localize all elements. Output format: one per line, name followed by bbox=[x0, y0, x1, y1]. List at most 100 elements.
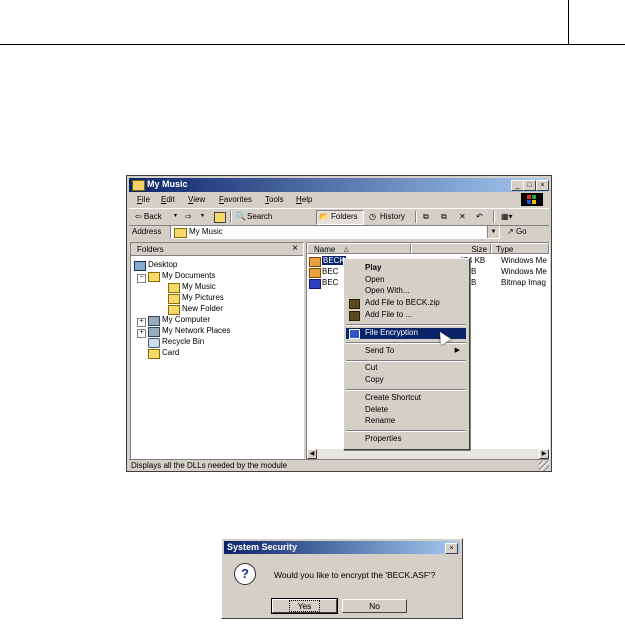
menu-separator bbox=[346, 389, 466, 391]
toolbar: ⇦ Back ▾ ⇨ ▾ 🔍 Search 📂 Folders ◷ Histor… bbox=[129, 208, 549, 226]
menu-item-open[interactable]: Open bbox=[346, 275, 466, 286]
file-name: BEC bbox=[322, 267, 339, 276]
maximize-button[interactable]: □ bbox=[523, 180, 536, 191]
scroll-left-icon[interactable]: ◀ bbox=[307, 449, 317, 459]
folders-button[interactable]: 📂 Folders bbox=[316, 210, 364, 225]
address-bar: Address My Music ▼ ↗ Go bbox=[129, 225, 549, 239]
close-icon[interactable]: × bbox=[292, 243, 298, 254]
menu-item-play[interactable]: Play bbox=[346, 263, 466, 274]
menu-item-label: Send To bbox=[365, 346, 395, 355]
menu-separator bbox=[346, 430, 466, 432]
menu-item-label: Add File to ... bbox=[365, 310, 413, 319]
folder-icon bbox=[168, 305, 180, 315]
menu-file[interactable]: File bbox=[137, 195, 150, 204]
folder-icon bbox=[168, 283, 180, 293]
menu-item-create-shortcut[interactable]: Create Shortcut bbox=[346, 393, 466, 404]
folder-icon bbox=[148, 349, 160, 359]
tree-label: My Music bbox=[182, 282, 216, 291]
undo-icon[interactable]: ↶ bbox=[476, 212, 483, 221]
status-text: Displays all the DLLs needed by the modu… bbox=[131, 461, 288, 470]
search-icon: 🔍 bbox=[236, 212, 246, 221]
folders-pane: Folders × Desktop − My Documents My Musi… bbox=[130, 242, 304, 460]
folders-pane-header: Folders × bbox=[131, 243, 303, 256]
status-bar: Displays all the DLLs needed by the modu… bbox=[129, 459, 549, 471]
resize-grip-icon[interactable] bbox=[539, 461, 549, 471]
copy-to-icon[interactable]: ⧉ bbox=[441, 212, 447, 222]
menu-item-send-to[interactable]: Send To ▶ bbox=[346, 346, 466, 357]
tree-label: My Documents bbox=[162, 271, 216, 280]
menu-edit[interactable]: Edit bbox=[161, 195, 175, 204]
menu-item-label: Open bbox=[365, 275, 385, 284]
scroll-right-icon[interactable]: ▶ bbox=[539, 449, 549, 459]
move-to-icon[interactable]: ⧉ bbox=[423, 212, 429, 222]
delete-icon[interactable]: ✕ bbox=[459, 212, 466, 221]
search-button[interactable]: Search bbox=[247, 212, 272, 221]
menu-bar: File Edit View Favorites Tools Help bbox=[129, 193, 549, 207]
menu-view[interactable]: View bbox=[188, 195, 205, 204]
folder-icon bbox=[132, 180, 145, 191]
close-button[interactable]: × bbox=[445, 543, 458, 554]
close-button[interactable]: × bbox=[536, 180, 549, 191]
column-header-size[interactable]: Size bbox=[411, 243, 491, 254]
menu-item-copy[interactable]: Copy bbox=[346, 375, 466, 386]
bitmap-file-icon bbox=[309, 279, 321, 289]
dialog-message: Would you like to encrypt the 'BECK.ASF'… bbox=[274, 570, 436, 580]
title-bar[interactable]: My Music _ □ × bbox=[129, 178, 549, 192]
forward-dropdown-icon[interactable]: ▾ bbox=[201, 212, 204, 219]
forward-button[interactable]: ⇨ bbox=[185, 212, 192, 221]
column-label: Type bbox=[496, 245, 514, 254]
address-input[interactable]: My Music ▼ bbox=[170, 225, 500, 239]
back-button[interactable]: ⇦ Back bbox=[135, 212, 162, 221]
back-dropdown-icon[interactable]: ▾ bbox=[174, 212, 177, 219]
context-menu: Play Open Open With... Add File to BECK.… bbox=[343, 258, 470, 450]
menu-item-label: Play bbox=[365, 263, 382, 272]
menu-item-open-with[interactable]: Open With... bbox=[346, 286, 466, 297]
dialog-title: System Security bbox=[227, 542, 298, 552]
tree-label: Recycle Bin bbox=[162, 337, 205, 346]
explorer-window: My Music _ □ × File Edit View Favorites … bbox=[126, 175, 552, 472]
expand-icon[interactable]: + bbox=[137, 318, 146, 327]
views-icon[interactable]: ▦▾ bbox=[501, 212, 513, 221]
up-folder-icon[interactable] bbox=[214, 212, 226, 223]
history-button[interactable]: History bbox=[380, 212, 405, 221]
menu-item-delete[interactable]: Delete bbox=[346, 405, 466, 416]
menu-separator bbox=[346, 342, 466, 344]
column-header-type[interactable]: Type bbox=[491, 243, 549, 254]
menu-favorites[interactable]: Favorites bbox=[219, 195, 252, 204]
menu-item-label: File Encryption bbox=[365, 328, 418, 337]
computer-icon bbox=[148, 316, 160, 326]
folder-icon bbox=[148, 272, 160, 282]
yes-button[interactable]: Yes bbox=[271, 598, 338, 614]
file-type: Windows Me bbox=[501, 256, 547, 265]
horizontal-scrollbar[interactable]: ◀ ▶ bbox=[307, 449, 549, 459]
menu-item-cut[interactable]: Cut bbox=[346, 363, 466, 374]
system-security-dialog: System Security × ? Would you like to en… bbox=[221, 538, 463, 619]
menu-help[interactable]: Help bbox=[296, 195, 312, 204]
tree-label: My Network Places bbox=[162, 326, 231, 335]
menu-item-rename[interactable]: Rename bbox=[346, 416, 466, 427]
go-button[interactable]: ↗ Go bbox=[507, 227, 527, 236]
page-header-rule bbox=[0, 44, 625, 45]
menu-item-add-file-to[interactable]: Add File to ... bbox=[346, 310, 466, 321]
file-name: BEC bbox=[322, 278, 339, 287]
tree-label: Desktop bbox=[148, 260, 178, 269]
menu-tools[interactable]: Tools bbox=[265, 195, 284, 204]
collapse-icon[interactable]: − bbox=[137, 274, 146, 283]
toolbar-separator bbox=[493, 211, 495, 223]
expand-icon[interactable]: + bbox=[137, 329, 146, 338]
menu-item-add-to-zip[interactable]: Add File to BECK.zip bbox=[346, 298, 466, 309]
tree-label: Card bbox=[162, 348, 180, 357]
recycle-bin-icon bbox=[148, 338, 160, 348]
column-header-name[interactable]: Name △ bbox=[307, 243, 411, 254]
question-icon: ? bbox=[234, 563, 256, 585]
address-label: Address bbox=[132, 227, 162, 236]
menu-item-properties[interactable]: Properties bbox=[346, 434, 466, 445]
dialog-title-bar[interactable]: System Security × bbox=[224, 541, 460, 554]
address-value: My Music bbox=[189, 227, 223, 236]
no-button[interactable]: No bbox=[342, 599, 407, 613]
chevron-down-icon[interactable]: ▼ bbox=[487, 226, 499, 238]
menu-separator bbox=[346, 324, 466, 326]
menu-item-label: Create Shortcut bbox=[365, 393, 422, 402]
folder-icon bbox=[174, 228, 187, 238]
history-icon: ◷ bbox=[369, 212, 376, 221]
